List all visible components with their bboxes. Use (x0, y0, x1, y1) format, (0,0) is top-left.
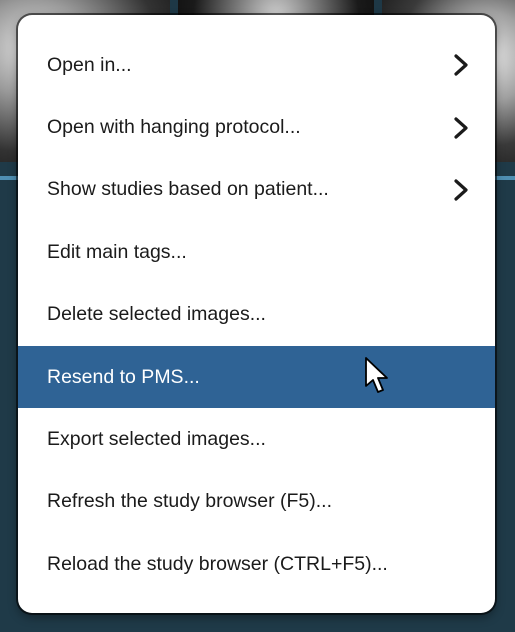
menu-item-reload-study-browser[interactable]: Reload the study browser (CTRL+F5)... (18, 533, 495, 595)
chevron-right-icon (451, 116, 471, 140)
menu-item-refresh-study-browser[interactable]: Refresh the study browser (F5)... (18, 471, 495, 533)
menu-item-resend-to-pms[interactable]: Resend to PMS... (18, 345, 495, 409)
menu-item-label: Reload the study browser (CTRL+F5)... (47, 552, 388, 575)
menu-item-open-with-hanging-protocol[interactable]: Open with hanging protocol... (18, 96, 495, 158)
menu-item-label: Show studies based on patient... (47, 178, 329, 201)
menu-item-edit-main-tags[interactable]: Edit main tags... (18, 221, 495, 283)
menu-item-show-studies-based-on-patient[interactable]: Show studies based on patient... (18, 159, 495, 221)
menu-item-open-in[interactable]: Open in... (18, 34, 495, 96)
menu-item-label: Open with hanging protocol... (47, 116, 301, 139)
menu-item-label: Refresh the study browser (F5)... (47, 490, 333, 513)
menu-item-label: Resend to PMS... (47, 365, 200, 388)
menu-item-export-selected-images[interactable]: Export selected images... (18, 408, 495, 470)
menu-item-label: Export selected images... (47, 428, 266, 451)
menu-item-delete-selected-images[interactable]: Delete selected images... (18, 284, 495, 346)
menu-item-label: Edit main tags... (47, 240, 187, 263)
chevron-right-icon (451, 178, 471, 202)
chevron-right-icon (451, 53, 471, 77)
menu-item-label: Open in... (47, 53, 132, 76)
context-menu: Open in... Open with hanging protocol...… (18, 15, 495, 613)
menu-item-label: Delete selected images... (47, 303, 266, 326)
